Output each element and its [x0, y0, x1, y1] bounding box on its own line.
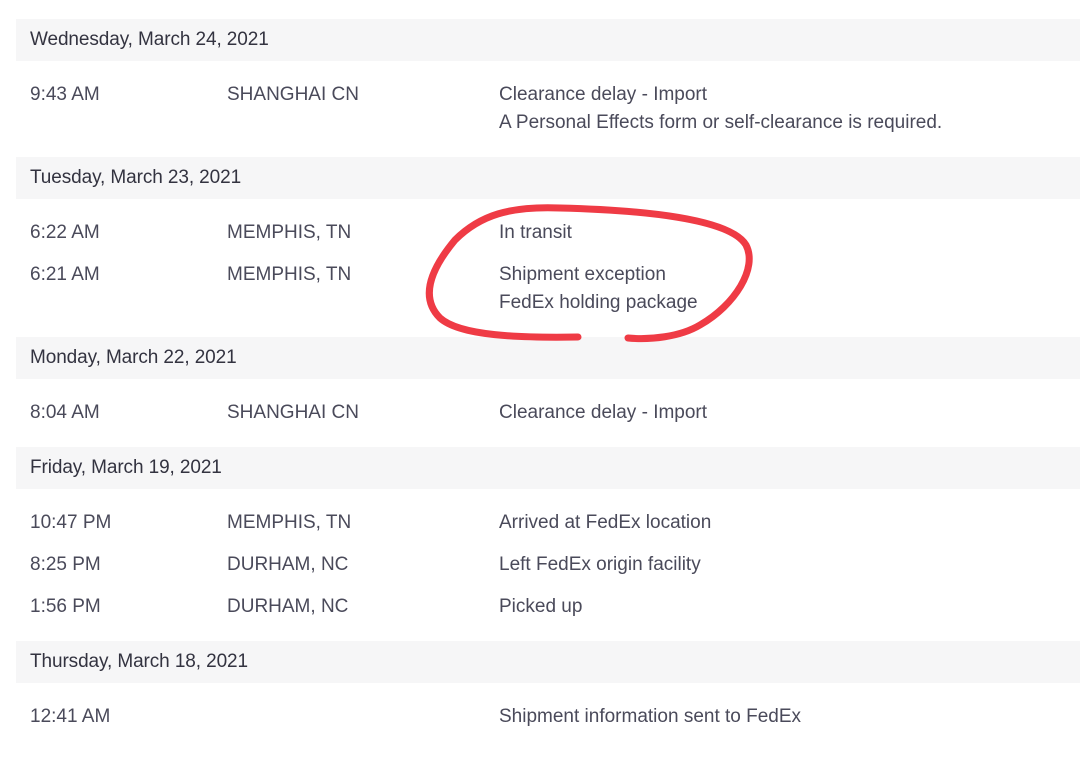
event-status: Clearance delay - Import	[499, 84, 708, 105]
event-detail: A Personal Effects form or self-clearanc…	[499, 112, 943, 133]
event-status: Arrived at FedEx location	[499, 512, 712, 533]
event-location: MEMPHIS, TN	[227, 264, 352, 285]
day-group: Friday, March 19, 2021 10:47 PM MEMPHIS,…	[16, 447, 1080, 641]
event-row: 12:41 AM Shipment information sent to Fe…	[16, 703, 1080, 731]
event-time: 10:47 PM	[30, 512, 112, 533]
tracking-timeline: Wednesday, March 24, 2021 9:43 AM SHANGH…	[16, 0, 1080, 751]
event-description: Picked up	[499, 593, 1080, 621]
event-description: Clearance delay - Import A Personal Effe…	[499, 81, 1080, 137]
event-description: In transit	[499, 219, 1080, 247]
day-header: Wednesday, March 24, 2021	[16, 19, 1080, 61]
event-time: 12:41 AM	[30, 706, 111, 727]
event-detail: FedEx holding package	[499, 292, 698, 313]
event-time: 8:25 PM	[30, 554, 101, 575]
day-header: Thursday, March 18, 2021	[16, 641, 1080, 683]
day-header: Friday, March 19, 2021	[16, 447, 1080, 489]
event-time: 6:21 AM	[30, 264, 100, 285]
event-status: Picked up	[499, 596, 583, 617]
event-location: MEMPHIS, TN	[227, 222, 352, 243]
event-location: SHANGHAI CN	[227, 84, 359, 105]
event-row: 1:56 PM DURHAM, NC Picked up	[16, 593, 1080, 621]
event-description: Clearance delay - Import	[499, 399, 1080, 427]
event-row: 6:22 AM MEMPHIS, TN In transit	[16, 219, 1080, 247]
event-status: Left FedEx origin facility	[499, 554, 701, 575]
event-time: 8:04 AM	[30, 402, 100, 423]
event-status: Clearance delay - Import	[499, 402, 708, 423]
event-description: Shipment exception FedEx holding package	[499, 261, 1080, 317]
day-group: Monday, March 22, 2021 8:04 AM SHANGHAI …	[16, 337, 1080, 447]
day-header: Tuesday, March 23, 2021	[16, 157, 1080, 199]
day-group: Tuesday, March 23, 2021 6:22 AM MEMPHIS,…	[16, 157, 1080, 337]
event-time: 6:22 AM	[30, 222, 100, 243]
event-row: 8:04 AM SHANGHAI CN Clearance delay - Im…	[16, 399, 1080, 427]
event-row: 9:43 AM SHANGHAI CN Clearance delay - Im…	[16, 81, 1080, 137]
event-location: DURHAM, NC	[227, 554, 349, 575]
day-group: Thursday, March 18, 2021 12:41 AM Shipme…	[16, 641, 1080, 751]
event-description: Left FedEx origin facility	[499, 551, 1080, 579]
event-status: Shipment information sent to FedEx	[499, 706, 802, 727]
day-group: Wednesday, March 24, 2021 9:43 AM SHANGH…	[16, 19, 1080, 157]
event-time: 1:56 PM	[30, 596, 101, 617]
event-description: Shipment information sent to FedEx	[499, 703, 1080, 731]
event-status: In transit	[499, 222, 572, 243]
event-row: 10:47 PM MEMPHIS, TN Arrived at FedEx lo…	[16, 509, 1080, 537]
day-header: Monday, March 22, 2021	[16, 337, 1080, 379]
event-description: Arrived at FedEx location	[499, 509, 1080, 537]
event-time: 9:43 AM	[30, 84, 100, 105]
event-location: MEMPHIS, TN	[227, 512, 352, 533]
event-status: Shipment exception	[499, 264, 666, 285]
event-location	[227, 703, 499, 731]
event-row: 6:21 AM MEMPHIS, TN Shipment exception F…	[16, 261, 1080, 317]
event-location: SHANGHAI CN	[227, 402, 359, 423]
event-row: 8:25 PM DURHAM, NC Left FedEx origin fac…	[16, 551, 1080, 579]
event-location: DURHAM, NC	[227, 596, 349, 617]
